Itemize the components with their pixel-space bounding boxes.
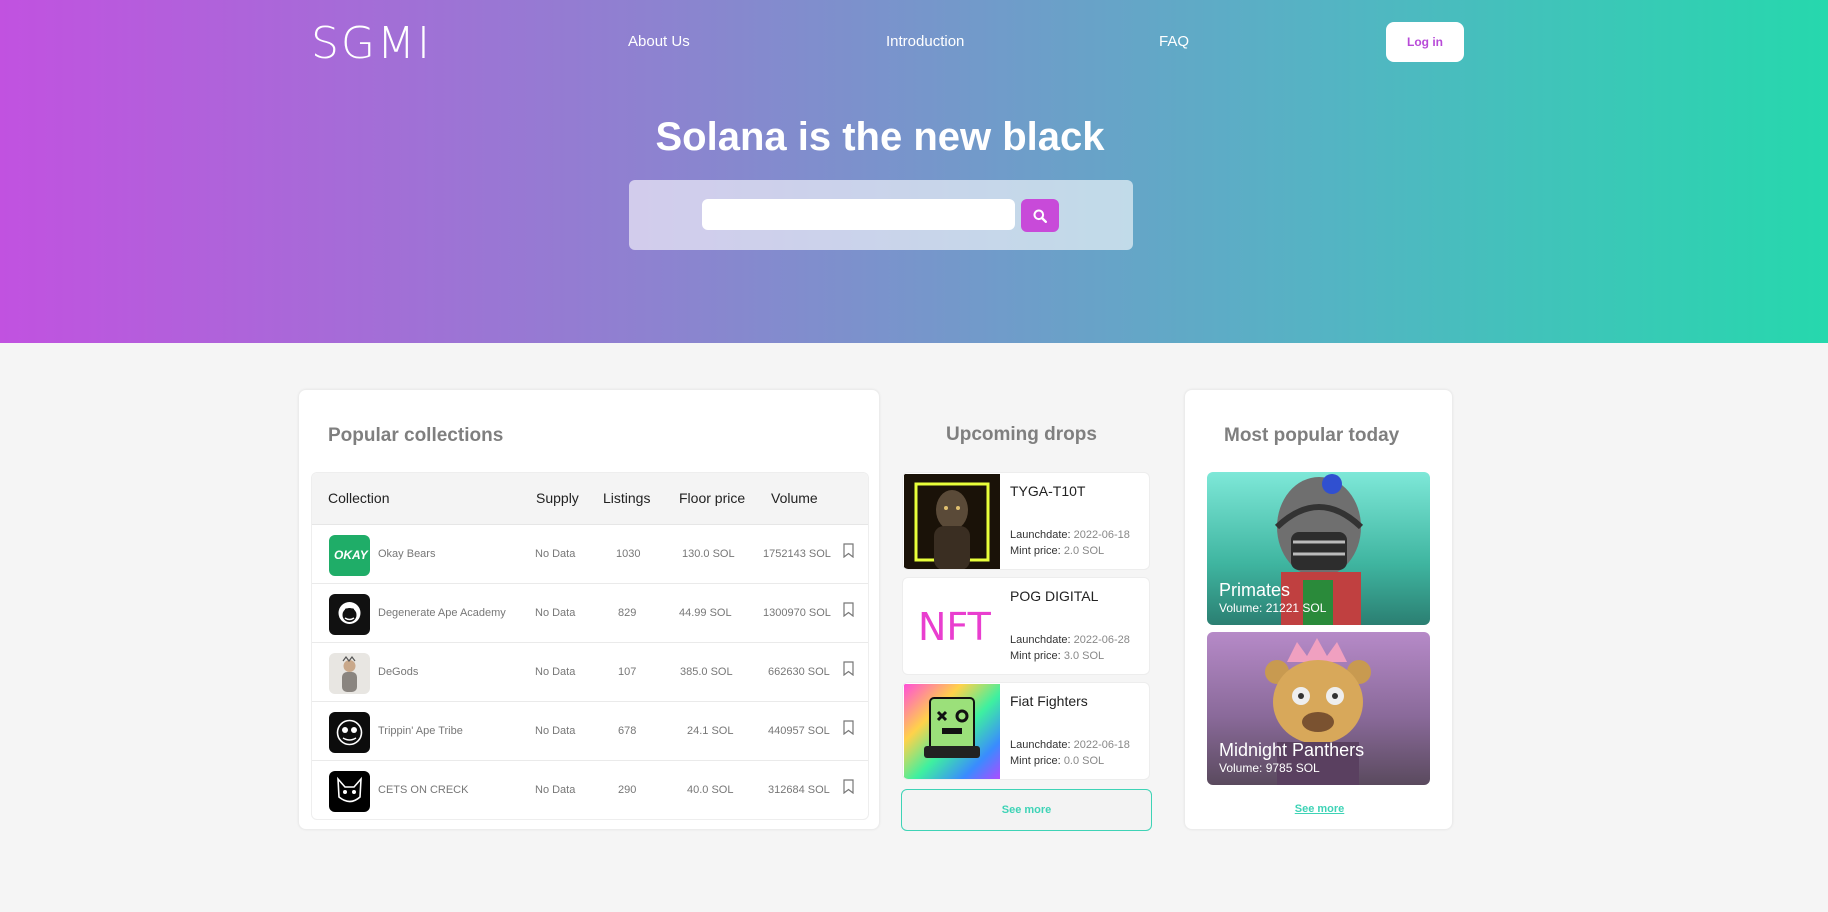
drop-mint-price: Mint price: 3.0 SOL [1010, 650, 1105, 662]
bookmark-icon[interactable] [843, 720, 854, 735]
popular-item-volume: Volume: 9785 SOL [1219, 761, 1320, 775]
most-popular-card: Most popular today Primates Volume: 2122… [1184, 389, 1453, 830]
drop-name[interactable]: Fiat Fighters [1010, 693, 1088, 709]
collections-table: Collection Supply Listings Floor price V… [311, 472, 869, 820]
drop-mint-price: Mint price: 0.0 SOL [1010, 755, 1105, 767]
floor-value: 130.0 SOL [682, 548, 735, 560]
search-button[interactable] [1021, 199, 1059, 232]
search-icon [1033, 209, 1047, 223]
col-supply: Supply [536, 490, 579, 506]
upcoming-see-more-button[interactable]: See more [901, 789, 1152, 831]
drop-launchdate: Launchdate: 2022-06-18 [1010, 529, 1130, 541]
drop-name[interactable]: TYGA-T10T [1010, 483, 1085, 499]
login-button[interactable]: Log in [1386, 22, 1464, 62]
bookmark-icon[interactable] [843, 543, 854, 558]
listings-value: 1030 [616, 548, 641, 560]
volume-value: 1752143 SOL [763, 548, 831, 560]
drop-card[interactable]: Fiat Fighters Launchdate: 2022-06-18 Min… [902, 682, 1150, 780]
cets-on-creck-logo [329, 771, 370, 812]
listings-value: 829 [618, 607, 637, 619]
hero-banner: SGMI About Us Introduction FAQ Log in So… [0, 0, 1828, 343]
collection-name[interactable]: DeGods [378, 666, 418, 678]
floor-value: 44.99 SOL [679, 607, 732, 619]
listings-value: 678 [618, 725, 637, 737]
collection-name[interactable]: Degenerate Ape Academy [378, 607, 506, 619]
table-row[interactable]: Trippin' Ape Tribe No Data 678 24.1 SOL … [312, 702, 868, 761]
listings-value: 290 [618, 784, 637, 796]
supply-value: No Data [535, 725, 576, 737]
bookmark-icon[interactable] [843, 602, 854, 617]
collection-name[interactable]: CETS ON CRECK [378, 784, 468, 796]
col-floor-price: Floor price [679, 490, 746, 506]
popular-item-volume: Volume: 21221 SOL [1219, 601, 1327, 615]
table-row[interactable]: OKAY Okay Bears No Data 1030 130.0 SOL 1… [312, 525, 868, 584]
popular-collections-title: Popular collections [328, 425, 504, 446]
supply-value: No Data [535, 607, 576, 619]
nav-faq[interactable]: FAQ [1159, 33, 1189, 50]
drop-card[interactable]: NFT POG DIGITAL Launchdate: 2022-06-28 M… [902, 577, 1150, 675]
supply-value: No Data [535, 666, 576, 678]
volume-value: 1300970 SOL [763, 607, 831, 619]
okay-bears-logo: OKAY [329, 535, 370, 576]
collection-name[interactable]: Okay Bears [378, 548, 435, 560]
volume-value: 312684 SOL [768, 784, 830, 796]
supply-value: No Data [535, 784, 576, 796]
drop-launchdate: Launchdate: 2022-06-28 [1010, 634, 1130, 646]
drop-launchdate: Launchdate: 2022-06-18 [1010, 739, 1130, 751]
col-listings: Listings [603, 490, 651, 506]
bookmark-icon[interactable] [843, 661, 854, 676]
popular-item-name[interactable]: Midnight Panthers [1219, 740, 1364, 761]
floor-value: 24.1 SOL [687, 725, 734, 737]
drop-image [904, 474, 1000, 569]
nav-introduction[interactable]: Introduction [886, 33, 964, 50]
most-popular-see-more-link[interactable]: See more [1185, 803, 1454, 815]
drop-card[interactable]: TYGA-T10T Launchdate: 2022-06-18 Mint pr… [902, 472, 1150, 570]
drop-name[interactable]: POG DIGITAL [1010, 588, 1098, 604]
table-row[interactable]: CETS ON CRECK No Data 290 40.0 SOL 31268… [312, 761, 868, 819]
popular-item-name[interactable]: Primates [1219, 580, 1290, 601]
table-header: Collection Supply Listings Floor price V… [312, 473, 868, 525]
upcoming-drops-title: Upcoming drops [946, 424, 1097, 445]
table-row[interactable]: Degenerate Ape Academy No Data 829 44.99… [312, 584, 868, 643]
listings-value: 107 [618, 666, 637, 678]
volume-value: 662630 SOL [768, 666, 830, 678]
nav-about-us[interactable]: About Us [628, 33, 690, 50]
most-popular-title: Most popular today [1224, 425, 1400, 446]
drop-mint-price: Mint price: 2.0 SOL [1010, 545, 1105, 557]
drop-image: NFT [904, 579, 1000, 674]
supply-value: No Data [535, 548, 576, 560]
degods-logo [329, 653, 370, 694]
popular-collections-card: Popular collections Collection Supply Li… [298, 389, 880, 830]
drop-image [904, 684, 1000, 779]
search-input[interactable] [702, 199, 1015, 230]
col-collection: Collection [328, 490, 390, 506]
table-row[interactable]: DeGods No Data 107 385.0 SOL 662630 SOL [312, 643, 868, 702]
floor-value: 40.0 SOL [687, 784, 734, 796]
volume-value: 440957 SOL [768, 725, 830, 737]
hero-title: Solana is the new black [655, 115, 1105, 159]
popular-item-card[interactable]: Primates Volume: 21221 SOL [1207, 472, 1430, 625]
col-volume: Volume [771, 490, 818, 506]
degenerate-ape-logo [329, 594, 370, 635]
site-logo[interactable]: SGMI [311, 18, 432, 69]
collection-name[interactable]: Trippin' Ape Tribe [378, 725, 463, 737]
bookmark-icon[interactable] [843, 779, 854, 794]
trippin-ape-logo [329, 712, 370, 753]
popular-item-card[interactable]: Midnight Panthers Volume: 9785 SOL [1207, 632, 1430, 785]
floor-value: 385.0 SOL [680, 666, 733, 678]
search-panel [629, 180, 1133, 250]
